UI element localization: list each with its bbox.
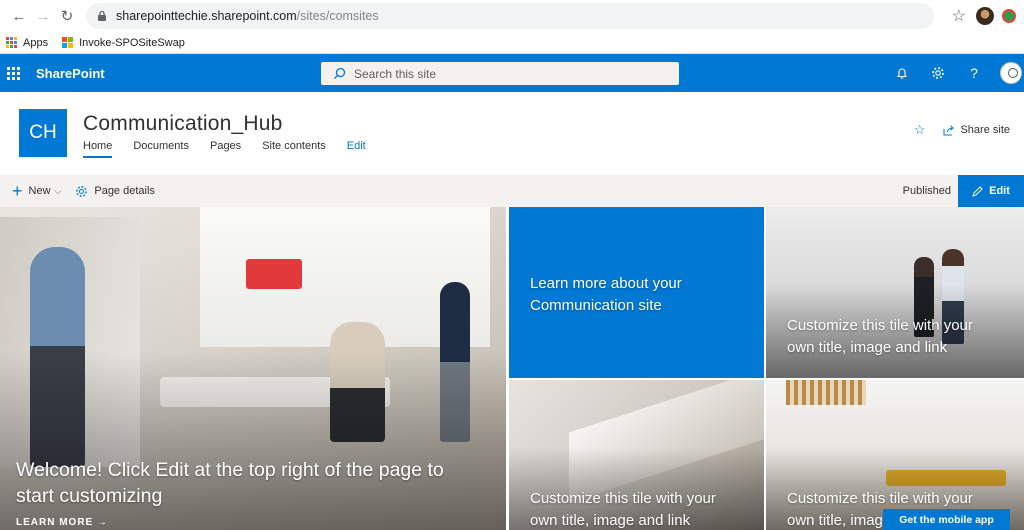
site-title[interactable]: Communication_Hub: [83, 112, 283, 136]
share-icon: [943, 124, 955, 135]
gear-icon: [76, 185, 88, 197]
pencil-icon: [972, 185, 983, 197]
ceiling-slats: [786, 380, 866, 405]
bookmark-star-icon[interactable]: ☆: [952, 6, 966, 26]
url-host: sharepointtechie.sharepoint.com: [116, 9, 297, 23]
follow-star-icon[interactable]: ☆: [914, 122, 926, 138]
new-button[interactable]: + New ⌵: [12, 182, 61, 200]
apps-grid-icon: [6, 37, 17, 48]
hero-main-tile[interactable]: Welcome! Click Edit at the top right of …: [0, 207, 506, 530]
suite-bar: SharePoint Search this site ?: [0, 54, 1024, 92]
settings-gear-icon[interactable]: [920, 54, 956, 92]
sharepoint-brand-link[interactable]: SharePoint: [36, 66, 105, 81]
publish-status: Published: [902, 185, 951, 197]
nav-home[interactable]: Home: [83, 140, 113, 158]
hero-tile-bottom-middle[interactable]: Customize this tile with your own title,…: [509, 380, 764, 530]
tile-caption: Learn more about your Communication site: [530, 275, 682, 314]
tile-caption: Customize this tile with your own title,…: [787, 317, 973, 356]
bookmark-apps[interactable]: Apps: [6, 37, 48, 49]
share-site-label: Share site: [960, 124, 1010, 136]
edit-label: Edit: [989, 185, 1010, 197]
chevron-down-icon: ⌵: [54, 185, 62, 196]
edit-page-button[interactable]: Edit: [958, 175, 1024, 207]
forward-icon[interactable]: →: [32, 5, 54, 27]
help-icon[interactable]: ?: [956, 54, 992, 92]
extension-icon[interactable]: [1002, 9, 1016, 23]
share-site-button[interactable]: Share site: [943, 124, 1010, 136]
site-navigation: Home Documents Pages Site contents Edit: [83, 140, 387, 158]
site-header: CH Communication_Hub Home Documents Page…: [0, 92, 1024, 175]
notifications-bell-icon[interactable]: [884, 54, 920, 92]
nav-documents[interactable]: Documents: [133, 140, 189, 158]
search-icon: [334, 67, 346, 79]
search-placeholder: Search this site: [354, 66, 437, 81]
new-label: New: [28, 185, 51, 197]
page-details-label: Page details: [94, 185, 155, 197]
site-logo[interactable]: CH: [19, 109, 67, 157]
command-bar: + New ⌵ Page details Published Edit: [0, 175, 1024, 207]
hero-tile-communication-site[interactable]: Learn more about your Communication site: [509, 207, 764, 378]
microsoft-logo-icon: [62, 37, 74, 48]
tile-caption: Customize this tile with your own title,…: [530, 490, 716, 529]
app-launcher-icon[interactable]: [0, 54, 26, 92]
bookmark-label: Invoke-SPOSiteSwap: [79, 36, 185, 49]
hero-tile-bottom-right[interactable]: Customize this tile with your own title,…: [766, 380, 1024, 530]
learn-more-link[interactable]: LEARN MORE →: [16, 517, 108, 528]
profile-avatar[interactable]: [976, 7, 994, 25]
plus-icon: +: [12, 181, 23, 201]
bookmark-invoke-sposite-swap[interactable]: Invoke-SPOSiteSwap: [62, 37, 185, 49]
reload-icon[interactable]: ↻: [56, 5, 78, 27]
pendant-lamp: [246, 259, 302, 289]
hero-tile-top-right[interactable]: Customize this tile with your own title,…: [766, 207, 1024, 378]
page-details-button[interactable]: Page details: [75, 185, 155, 198]
url-path: /sites/comsites: [296, 9, 379, 23]
search-input[interactable]: Search this site: [321, 62, 679, 85]
get-mobile-app-button[interactable]: Get the mobile app: [883, 509, 1010, 530]
address-bar[interactable]: sharepointtechie.sharepoint.com/sites/co…: [86, 3, 934, 29]
browser-toolbar: ← → ↻ sharepointtechie.sharepoint.com/si…: [0, 0, 1024, 32]
hero-webpart: Welcome! Click Edit at the top right of …: [0, 207, 1024, 530]
account-avatar[interactable]: [1000, 62, 1022, 84]
nav-edit-link[interactable]: Edit: [347, 140, 366, 158]
hero-main-caption: Welcome! Click Edit at the top right of …: [16, 459, 444, 507]
nav-pages[interactable]: Pages: [210, 140, 241, 158]
bookmarks-bar: Apps Invoke-SPOSiteSwap: [0, 32, 1024, 54]
lock-icon: [98, 10, 106, 21]
bookmark-label: Apps: [23, 36, 49, 49]
back-icon[interactable]: ←: [8, 5, 30, 27]
nav-site-contents[interactable]: Site contents: [262, 140, 326, 158]
